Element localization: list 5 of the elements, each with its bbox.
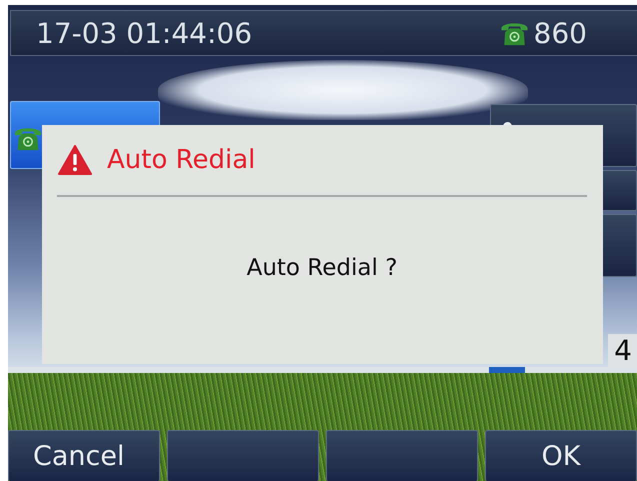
dialog-title: Auto Redial (107, 145, 256, 175)
date-time: 17-03 01:44:06 (36, 16, 252, 50)
account-number: 860 (534, 16, 587, 50)
page-number: 4 (608, 334, 637, 367)
dialog-message: Auto Redial ? (246, 255, 398, 281)
